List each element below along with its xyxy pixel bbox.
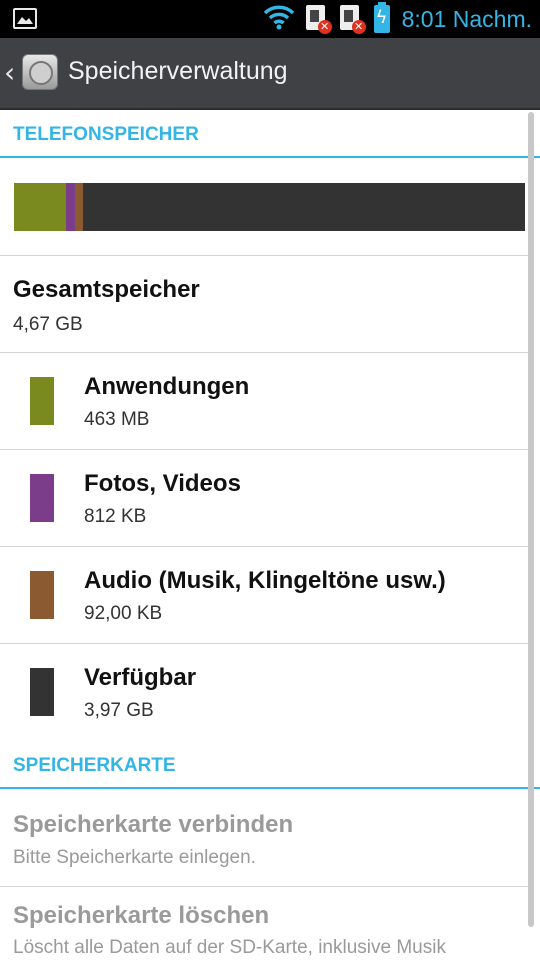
storage-item-title: Fotos, Videos xyxy=(84,470,241,497)
apps-color-swatch xyxy=(30,377,54,425)
storage-app-icon[interactable] xyxy=(22,54,58,90)
storage-item-apps[interactable]: Anwendungen 463 MB xyxy=(0,353,528,450)
sim-1-error-icon: ✕ xyxy=(305,5,332,34)
scrollbar[interactable] xyxy=(528,112,534,927)
mount-sd-card-item[interactable]: Speicherkarte verbinden Bitte Speicherka… xyxy=(0,789,528,887)
settings-list[interactable]: TELEFONSPEICHER Gesamtspeicher 4,67 GB A… xyxy=(0,110,540,960)
back-chevron-icon[interactable]: ‹ xyxy=(4,58,15,88)
storage-item-title: Audio (Musik, Klingeltöne usw.) xyxy=(84,567,446,594)
audio-color-swatch xyxy=(30,571,54,619)
wifi-icon xyxy=(262,3,296,35)
mount-sd-card-title: Speicherkarte verbinden xyxy=(13,811,294,838)
erase-sd-card-item[interactable]: Speicherkarte löschen Löscht alle Daten … xyxy=(0,887,528,967)
action-bar: ‹ Speicherverwaltung xyxy=(0,38,540,110)
section-header-label: SPEICHERKARTE xyxy=(13,755,176,776)
usage-segment-apps xyxy=(14,183,67,231)
section-header-sd-card: SPEICHERKARTE xyxy=(0,741,540,789)
storage-item-photos-videos[interactable]: Fotos, Videos 812 KB xyxy=(0,450,528,547)
total-storage-item[interactable]: Gesamtspeicher 4,67 GB xyxy=(0,256,528,353)
status-bar: ✕ ✕ ϟ 8:01 Nachm. xyxy=(0,0,540,38)
storage-item-title: Verfügbar xyxy=(84,664,197,691)
erase-sd-card-subtitle: Löscht alle Daten auf der SD-Karte, inkl… xyxy=(13,937,446,958)
total-storage-value: 4,67 GB xyxy=(13,314,83,335)
storage-item-available[interactable]: Verfügbar 3,97 GB xyxy=(0,644,528,741)
status-time: 8:01 Nachm. xyxy=(401,5,532,32)
gallery-icon xyxy=(13,8,37,29)
total-storage-title: Gesamtspeicher xyxy=(13,276,200,303)
usage-segment-photos xyxy=(66,183,76,231)
available-color-swatch xyxy=(30,668,54,716)
section-header-label: TELEFONSPEICHER xyxy=(13,124,199,145)
storage-usage-bar xyxy=(14,183,525,231)
storage-item-value: 463 MB xyxy=(84,409,150,430)
page-title: Speicherverwaltung xyxy=(68,57,288,85)
usage-segment-free xyxy=(83,183,525,231)
erase-sd-card-title: Speicherkarte löschen xyxy=(13,902,270,929)
storage-item-value: 3,97 GB xyxy=(84,700,154,721)
storage-item-audio[interactable]: Audio (Musik, Klingeltöne usw.) 92,00 KB xyxy=(0,547,528,644)
sim-2-error-icon: ✕ xyxy=(339,5,366,34)
usage-segment-audio xyxy=(75,183,84,231)
section-header-phone-storage: TELEFONSPEICHER xyxy=(0,110,540,158)
storage-item-title: Anwendungen xyxy=(84,373,250,400)
photos-color-swatch xyxy=(30,474,54,522)
storage-item-value: 92,00 KB xyxy=(84,603,163,624)
battery-charging-icon: ϟ xyxy=(373,2,390,33)
mount-sd-card-subtitle: Bitte Speicherkarte einlegen. xyxy=(13,847,256,868)
storage-item-value: 812 KB xyxy=(84,506,147,527)
